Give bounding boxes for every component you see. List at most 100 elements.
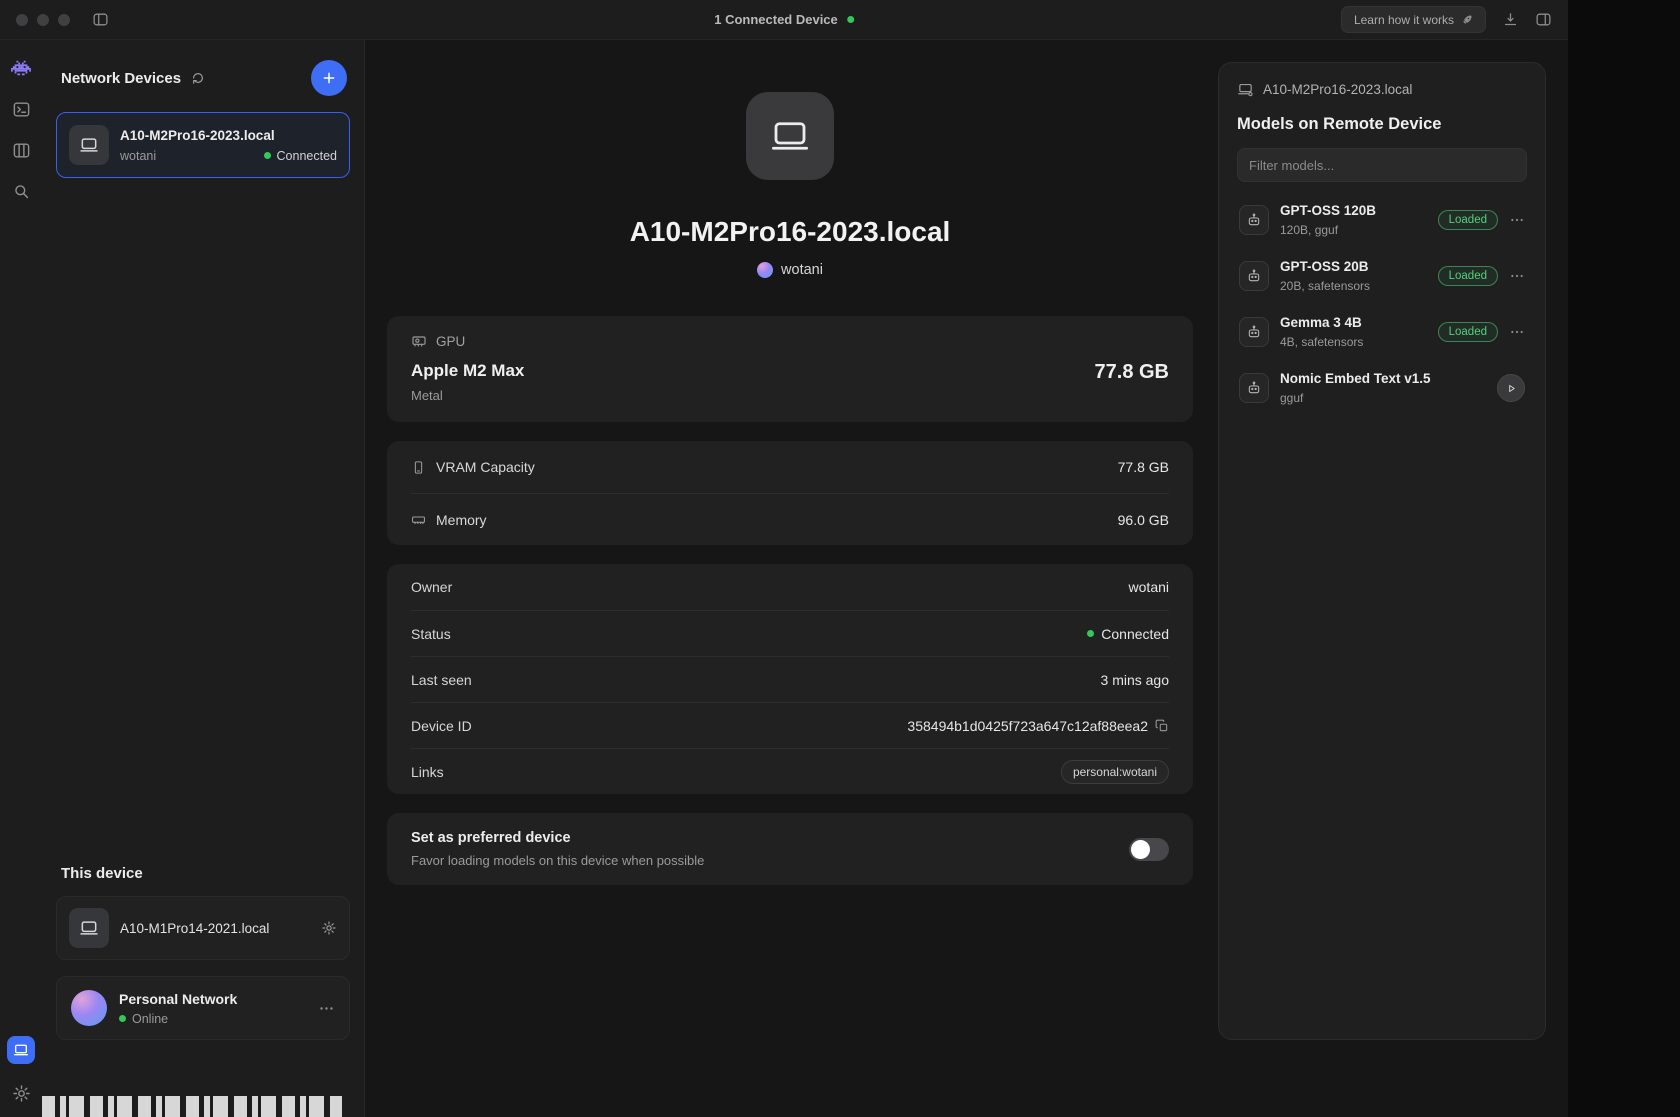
- vram-value: 77.8 GB: [1118, 459, 1169, 475]
- memory-value: 96.0 GB: [1118, 512, 1169, 528]
- network-devices-icon[interactable]: [7, 1036, 35, 1064]
- laptop-icon: [69, 125, 109, 165]
- left-sidebar-toggle-icon[interactable]: [92, 11, 109, 28]
- gpu-name: Apple M2 Max: [411, 361, 524, 381]
- personal-network-card[interactable]: Personal Network Online: [56, 976, 350, 1040]
- links-label: Links: [411, 764, 444, 780]
- app-window: 1 Connected Device Learn how it works: [0, 0, 1568, 1117]
- app-home-alien-icon[interactable]: [9, 56, 33, 80]
- gpu-info: Apple M2 Max Metal: [411, 361, 524, 403]
- links-row: Links personal:wotani: [411, 748, 1169, 794]
- owner-name: wotani: [781, 262, 823, 278]
- status-connected-dot: [1087, 630, 1094, 637]
- vram-chip-icon: [411, 460, 426, 475]
- device-list-item-selected[interactable]: A10-M2Pro16-2023.local wotani Connected: [56, 112, 350, 178]
- model-more-icon[interactable]: [1509, 212, 1525, 228]
- device-detail-content: A10-M2Pro16-2023.local wotani GPU: [387, 40, 1193, 885]
- panel-device-header: A10-M2Pro16-2023.local: [1237, 81, 1527, 98]
- gpu-vram-size: 77.8 GB: [1095, 361, 1169, 384]
- device-item-subrow: wotani Connected: [120, 149, 337, 163]
- vram-capacity-row: VRAM Capacity 77.8 GB: [411, 441, 1169, 493]
- rocket-icon: [1461, 14, 1473, 26]
- model-more-icon[interactable]: [1509, 324, 1525, 340]
- settings-gear-icon[interactable]: [9, 1081, 33, 1105]
- loaded-badge: Loaded: [1438, 210, 1498, 230]
- laptop-icon: [69, 908, 109, 948]
- preferred-device-title: Set as preferred device: [411, 830, 704, 846]
- app-body: Network Devices A10-M2Pro16-2023.local: [0, 40, 1568, 1117]
- model-name: Gemma 3 4B: [1280, 315, 1427, 330]
- this-device-card[interactable]: A10-M1Pro14-2021.local: [56, 896, 350, 960]
- learn-how-it-works-button[interactable]: Learn how it works: [1341, 6, 1486, 33]
- device-item-status-label: Connected: [277, 149, 337, 163]
- device-item-status: Connected: [264, 149, 337, 163]
- memory-ram-icon: [411, 512, 426, 527]
- model-name: GPT-OSS 20B: [1280, 259, 1427, 274]
- memory-label: Memory: [436, 512, 487, 528]
- status-label: Status: [411, 626, 451, 642]
- capacity-card: VRAM Capacity 77.8 GB Memory 96.0 GB: [387, 441, 1193, 545]
- toggle-knob: [1131, 840, 1150, 859]
- titlebar-actions: Learn how it works: [1341, 6, 1552, 33]
- loaded-badge: Loaded: [1438, 322, 1498, 342]
- device-details-card: Owner wotani Status Connected Last seen …: [387, 564, 1193, 794]
- links-value-group: personal:wotani: [1061, 760, 1169, 784]
- device-id-value: 358494b1d0425f723a647c12af88eea2: [907, 718, 1148, 734]
- sidebar-bottom: This device A10-M1Pro14-2021.local Perso…: [42, 865, 364, 1117]
- discover-search-icon[interactable]: [9, 179, 33, 203]
- model-name: Nomic Embed Text v1.5: [1280, 371, 1486, 386]
- device-item-body: A10-M2Pro16-2023.local wotani Connected: [120, 128, 337, 163]
- close-window-button[interactable]: [16, 14, 28, 26]
- filter-models-input[interactable]: [1237, 148, 1527, 182]
- loaded-badge: Loaded: [1438, 266, 1498, 286]
- sidebar-title: Network Devices: [61, 70, 181, 87]
- device-title: A10-M2Pro16-2023.local: [387, 216, 1193, 248]
- status-value: Connected: [1087, 626, 1169, 642]
- traffic-lights: [16, 14, 70, 26]
- remote-models-panel: A10-M2Pro16-2023.local Models on Remote …: [1218, 62, 1546, 1040]
- vram-label-group: VRAM Capacity: [411, 459, 535, 475]
- link-chip[interactable]: personal:wotani: [1061, 760, 1169, 784]
- refresh-icon[interactable]: [191, 71, 205, 85]
- gpu-backend: Metal: [411, 388, 524, 403]
- terminal-icon[interactable]: [9, 97, 33, 121]
- model-more-icon[interactable]: [1509, 268, 1525, 284]
- network-more-icon[interactable]: [318, 1000, 335, 1017]
- right-sidebar-toggle-icon[interactable]: [1535, 11, 1552, 28]
- network-name: Personal Network: [119, 991, 237, 1007]
- network-devices-sidebar: Network Devices A10-M2Pro16-2023.local: [42, 40, 365, 1117]
- device-owner-row: wotani: [387, 262, 1193, 278]
- model-row[interactable]: Nomic Embed Text v1.5 gguf: [1237, 360, 1527, 416]
- network-info: Personal Network Online: [119, 991, 237, 1026]
- model-row[interactable]: Gemma 3 4B 4B, safetensors Loaded: [1237, 304, 1527, 360]
- download-icon[interactable]: [1502, 11, 1519, 28]
- status-row: Status Connected: [411, 610, 1169, 656]
- minimize-window-button[interactable]: [37, 14, 49, 26]
- model-info: Nomic Embed Text v1.5 gguf: [1280, 371, 1486, 405]
- preferred-device-text: Set as preferred device Favor loading mo…: [411, 830, 704, 868]
- add-device-button[interactable]: [311, 60, 347, 96]
- model-meta: 20B, safetensors: [1280, 279, 1427, 293]
- model-robot-icon: [1239, 373, 1269, 403]
- load-model-play-button[interactable]: [1497, 374, 1525, 402]
- gpu-card: GPU Apple M2 Max Metal 77.8 GB: [387, 316, 1193, 422]
- owner-avatar: [757, 262, 773, 278]
- copy-icon[interactable]: [1155, 719, 1169, 733]
- left-icon-rail: [0, 40, 42, 1117]
- status-connected-label: Connected: [1101, 626, 1169, 642]
- model-row[interactable]: GPT-OSS 20B 20B, safetensors Loaded: [1237, 248, 1527, 304]
- model-meta: 120B, gguf: [1280, 223, 1427, 237]
- model-row[interactable]: GPT-OSS 120B 120B, gguf Loaded: [1237, 192, 1527, 248]
- model-info: Gemma 3 4B 4B, safetensors: [1280, 315, 1427, 349]
- models-stack-icon[interactable]: [9, 138, 33, 162]
- memory-row: Memory 96.0 GB: [411, 493, 1169, 545]
- vram-label: VRAM Capacity: [436, 459, 535, 475]
- preferred-device-toggle[interactable]: [1129, 838, 1169, 861]
- panel-device-name: A10-M2Pro16-2023.local: [1263, 82, 1412, 97]
- this-device-heading: This device: [42, 865, 364, 882]
- model-robot-icon: [1239, 205, 1269, 235]
- zoom-window-button[interactable]: [58, 14, 70, 26]
- learn-button-label: Learn how it works: [1354, 13, 1454, 27]
- device-settings-gear-icon[interactable]: [321, 920, 337, 936]
- device-id-label: Device ID: [411, 718, 472, 734]
